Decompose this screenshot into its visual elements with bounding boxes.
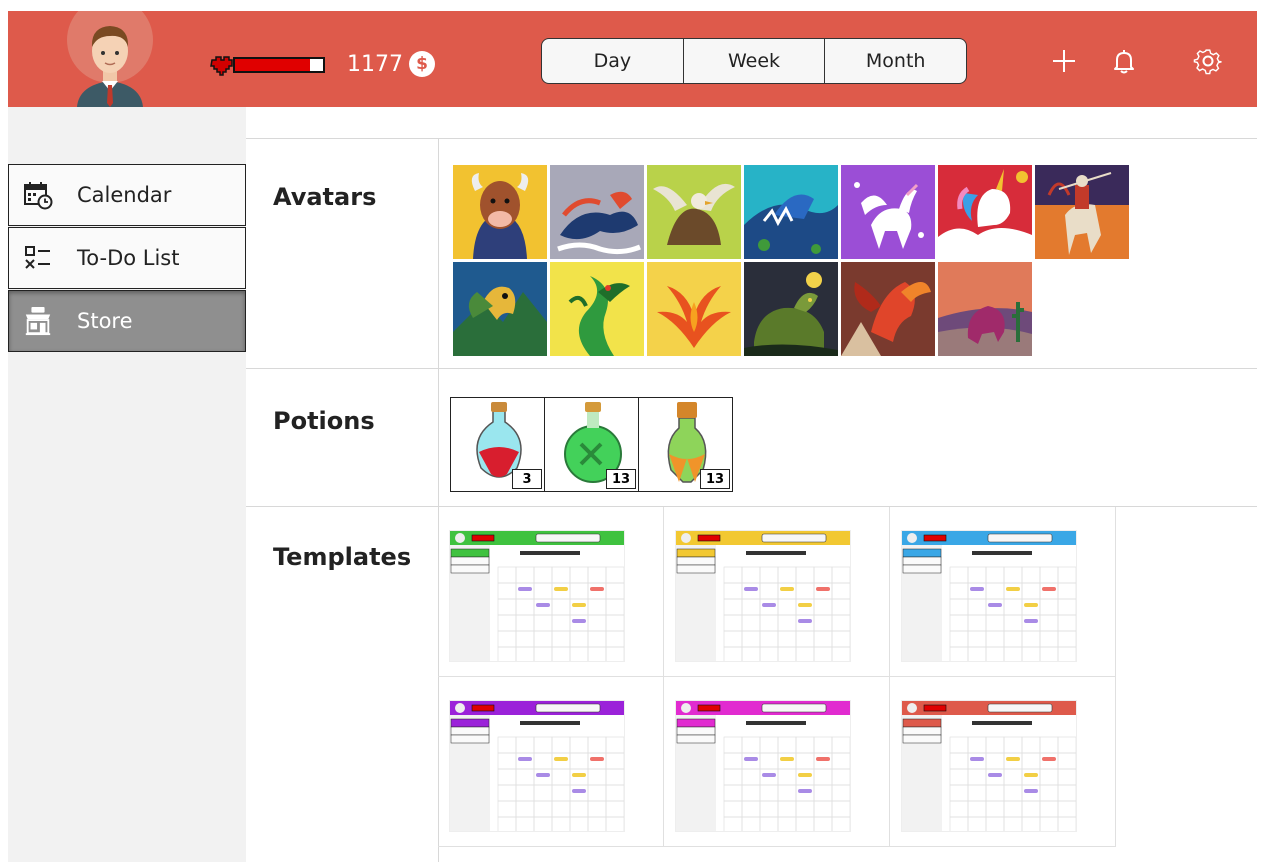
red-dragon-avatar-icon[interactable] <box>841 262 935 356</box>
centaur-archer-avatar-icon[interactable] <box>1035 165 1129 259</box>
green-dragon-avatar-icon[interactable] <box>550 262 644 356</box>
store-app: 1177 $ Day Week Month Calendar To-Do Lis… <box>0 0 1262 862</box>
view-month-button[interactable]: Month <box>825 39 966 83</box>
calendar-template-preview[interactable] <box>450 531 625 664</box>
kirin-avatar-icon[interactable] <box>550 165 644 259</box>
sidebar-item-label: To-Do List <box>77 246 180 270</box>
section-title-avatars: Avatars <box>273 183 377 211</box>
view-day-button[interactable]: Day <box>542 39 684 83</box>
potion-item[interactable]: 3 <box>450 397 545 492</box>
pegasus-avatar-icon[interactable] <box>841 165 935 259</box>
bell-icon[interactable] <box>1108 45 1140 77</box>
sidebar-item-todo[interactable]: To-Do List <box>8 227 246 289</box>
template-cell <box>664 677 890 847</box>
chimera-avatar-icon[interactable] <box>744 262 838 356</box>
calendar-template-preview[interactable] <box>676 531 851 664</box>
bull-avatar-icon[interactable] <box>453 165 547 259</box>
heart-icon <box>210 56 233 76</box>
sidebar-item-store[interactable]: Store <box>8 290 246 352</box>
store-content: Avatars Potions 3 13 13 Templates <box>246 107 1257 862</box>
potion-quantity: 13 <box>700 469 730 489</box>
health-fill <box>235 59 310 71</box>
coin-icon: $ <box>409 51 435 77</box>
potion-item[interactable]: 13 <box>638 397 733 492</box>
unicorn-avatar-icon[interactable] <box>938 165 1032 259</box>
checklist-icon <box>23 243 53 273</box>
sea-serpent-avatar-icon[interactable] <box>744 165 838 259</box>
potion-quantity: 13 <box>606 469 636 489</box>
calendar-template-preview[interactable] <box>902 701 1077 834</box>
sidebar-item-label: Calendar <box>77 183 172 207</box>
health-bar <box>208 52 328 78</box>
harpy-avatar-icon[interactable] <box>453 262 547 356</box>
store-icon <box>23 306 53 336</box>
gear-icon[interactable] <box>1192 45 1224 77</box>
coin-count: 1177 <box>347 51 403 77</box>
potion-quantity: 3 <box>512 469 542 489</box>
sidebar: Calendar To-Do List Store <box>8 107 246 862</box>
calendar-template-preview[interactable] <box>450 701 625 834</box>
section-title-templates: Templates <box>273 543 412 571</box>
potions-section: Potions 3 13 13 <box>246 368 1257 506</box>
template-cell <box>438 507 664 677</box>
sidebar-item-calendar[interactable]: Calendar <box>8 164 246 226</box>
dinosaur-avatar-icon[interactable] <box>938 262 1032 356</box>
griffin-avatar-icon[interactable] <box>647 165 741 259</box>
view-week-button[interactable]: Week <box>684 39 826 83</box>
template-cell <box>438 677 664 847</box>
calendar-template-preview[interactable] <box>902 531 1077 664</box>
coin-balance: 1177 $ <box>347 49 435 79</box>
user-avatar[interactable] <box>67 11 153 107</box>
template-cell <box>890 507 1116 677</box>
avatars-section: Avatars <box>246 138 1257 368</box>
view-switcher: Day Week Month <box>541 38 967 84</box>
calendar-template-preview[interactable] <box>676 701 851 834</box>
add-icon[interactable] <box>1048 45 1080 77</box>
top-bar: 1177 $ Day Week Month <box>8 11 1257 107</box>
template-cell <box>890 677 1116 847</box>
phoenix-avatar-icon[interactable] <box>647 262 741 356</box>
templates-section: Templates <box>246 506 1257 862</box>
potion-item[interactable]: 13 <box>544 397 639 492</box>
template-cell <box>664 507 890 677</box>
calendar-clock-icon <box>23 180 53 210</box>
section-title-potions: Potions <box>273 407 375 435</box>
sidebar-item-label: Store <box>77 309 133 333</box>
